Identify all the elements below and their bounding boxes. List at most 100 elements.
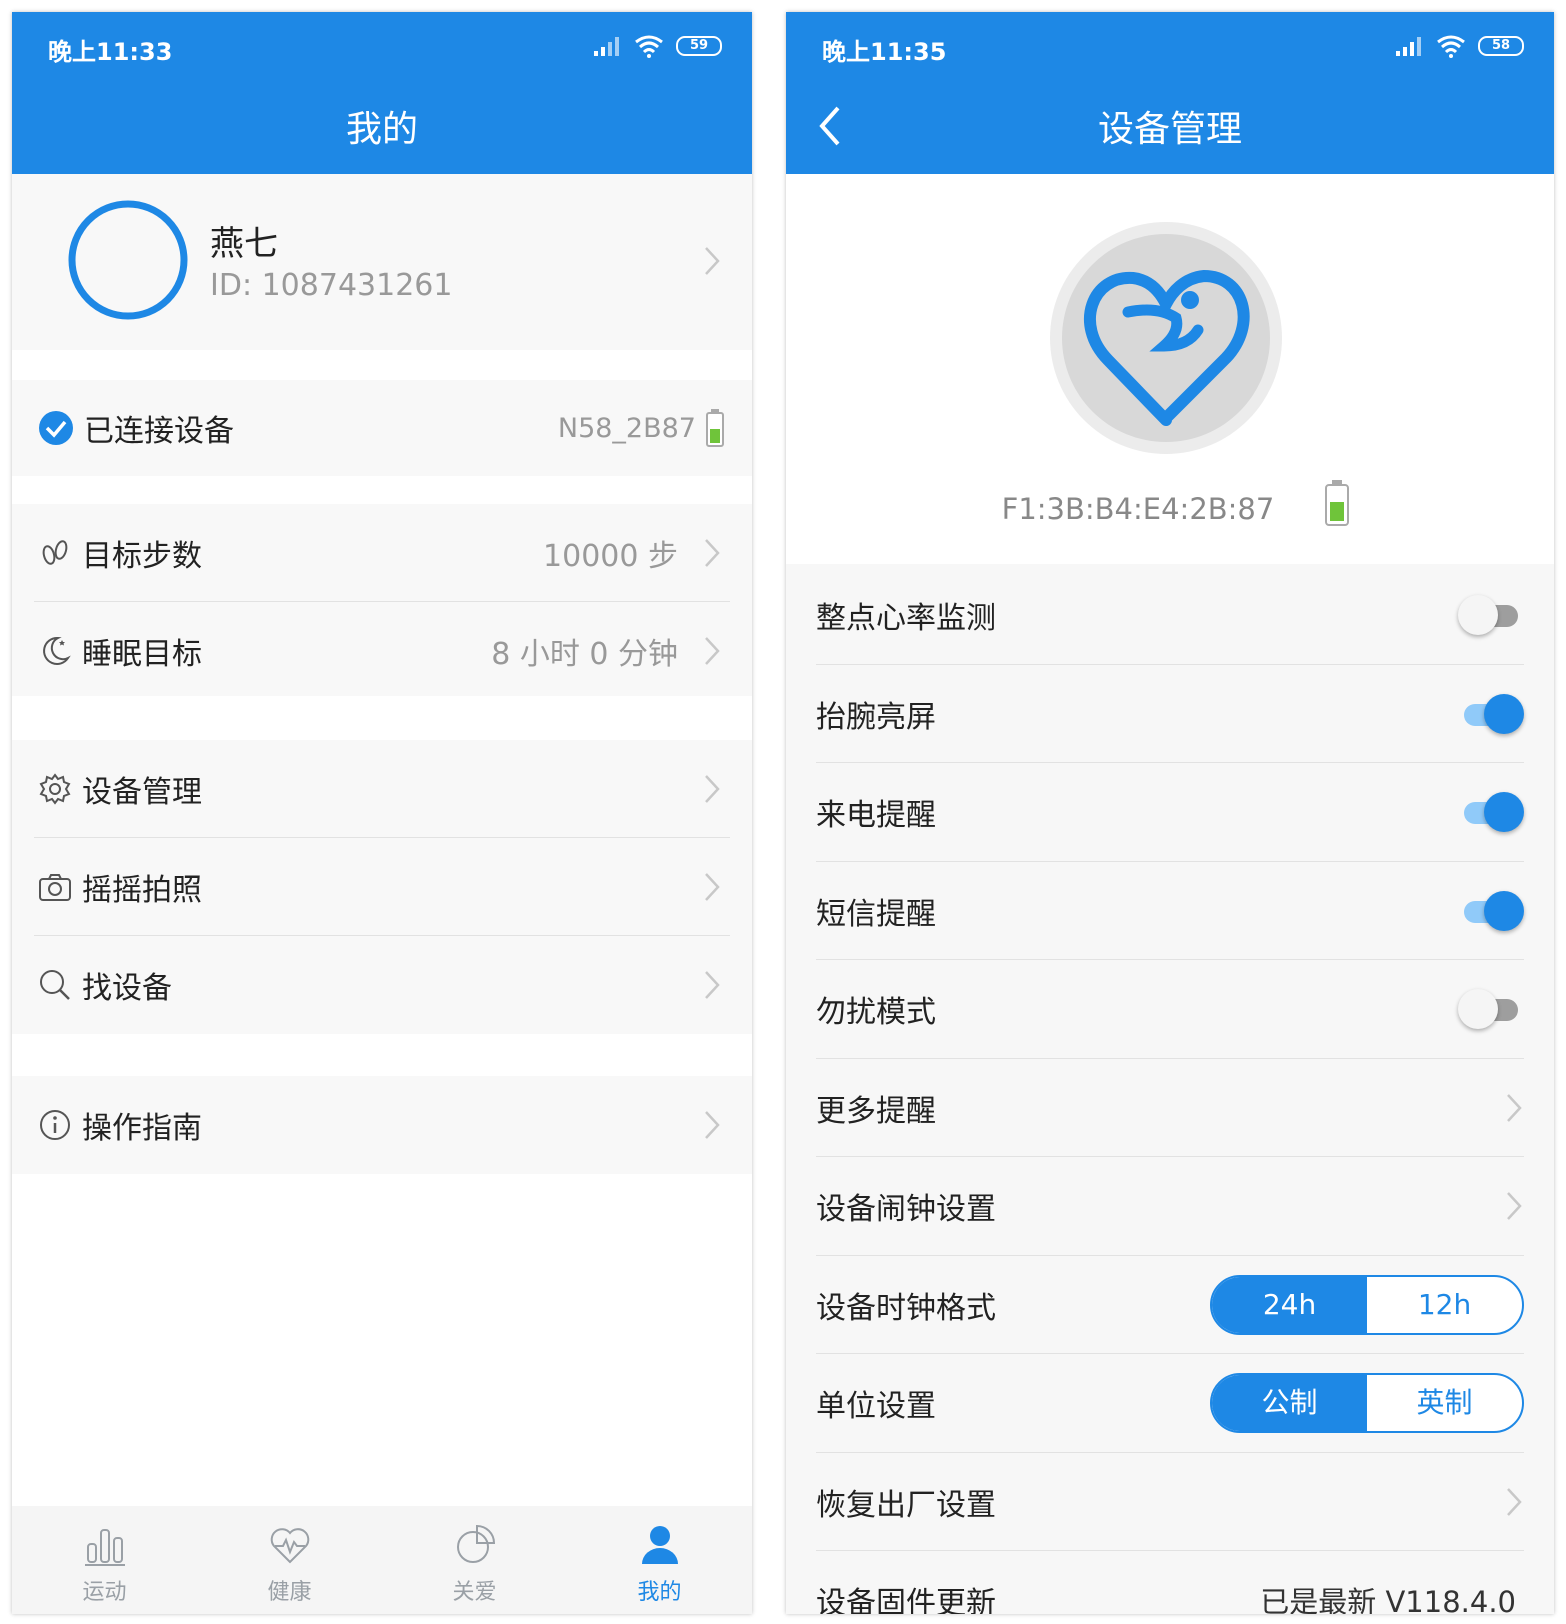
- device-mac: F1:3B:B4:E4:2B:87: [1001, 492, 1275, 526]
- heart-pulse-icon: [270, 1528, 309, 1564]
- step-goal-label: 目标步数: [82, 539, 202, 574]
- device-header: F1:3B:B4:E4:2B:87: [786, 174, 1554, 564]
- segment-option[interactable]: 24h: [1212, 1276, 1367, 1333]
- device-logo: [1050, 222, 1282, 454]
- setting-label: 整点心率监测: [816, 601, 996, 637]
- tools-section: 设备管理 摇摇拍照 找设备: [12, 740, 752, 1034]
- check-circle-icon: [39, 411, 73, 445]
- find-device-row[interactable]: 找设备: [12, 936, 752, 1034]
- sleep-goal-value: 8 小时 0 分钟: [491, 637, 678, 672]
- search-icon: [40, 970, 70, 1000]
- tab-label: 运动: [82, 1580, 127, 1605]
- wifi-icon: [1437, 35, 1465, 58]
- toggle-knob: [1458, 989, 1498, 1030]
- avatar: [68, 200, 188, 320]
- setting-label: 设备闹钟设置: [816, 1192, 996, 1228]
- footprints-icon: [42, 540, 68, 565]
- shake-photo-row[interactable]: 摇摇拍照: [12, 838, 752, 936]
- toggle-switch[interactable]: [1458, 790, 1524, 834]
- camera-icon: [39, 874, 71, 901]
- chevron-right-icon: [705, 971, 720, 999]
- setting-label: 抬腕亮屏: [816, 699, 936, 735]
- setting-label: 单位设置: [816, 1389, 936, 1425]
- signal-icon: [594, 37, 619, 56]
- moon-icon: [43, 636, 71, 665]
- goals-section: 目标步数 10000 步 睡眠目标 8 小时 0 分钟: [12, 504, 752, 696]
- setting-row[interactable]: 抬腕亮屏: [786, 664, 1554, 763]
- tab-health[interactable]: 健康: [197, 1506, 382, 1614]
- toggle-knob: [1484, 792, 1524, 833]
- setting-row[interactable]: 短信提醒: [786, 861, 1554, 960]
- battery-indicator: 58: [1478, 36, 1524, 56]
- sleep-goal-label: 睡眠目标: [82, 637, 202, 672]
- sleep-goal-row[interactable]: 睡眠目标 8 小时 0 分钟: [12, 602, 752, 700]
- setting-row[interactable]: 设备闹钟设置: [786, 1157, 1554, 1256]
- status-time: 晚上11:33: [48, 38, 173, 66]
- app-bar: 晚上11:33 59 我的: [12, 12, 752, 174]
- setting-label: 短信提醒: [816, 896, 936, 932]
- status-time: 晚上11:35: [822, 38, 947, 66]
- device-management-row[interactable]: 设备管理: [12, 740, 752, 838]
- profile-id: ID: 1087431261: [210, 268, 453, 303]
- guide-row[interactable]: 操作指南: [12, 1076, 752, 1174]
- device-name: N58_2B87: [557, 412, 696, 444]
- profile-card[interactable]: 燕七 ID: 1087431261: [12, 174, 752, 350]
- battery-full-icon: [706, 409, 724, 447]
- chevron-right-icon: [1507, 1487, 1522, 1516]
- setting-row: 设备固件更新 已是最新 V118.4.0: [786, 1551, 1554, 1614]
- toggle-knob: [1458, 595, 1498, 636]
- mine-screen: 晚上11:33 59 我的 燕七 ID: 1087431261 已连接设备 N5…: [12, 12, 752, 1614]
- chevron-right-icon: [705, 539, 720, 567]
- setting-label: 更多提醒: [816, 1093, 936, 1129]
- tab-sport[interactable]: 运动: [12, 1506, 197, 1614]
- person-icon: [641, 1526, 678, 1564]
- setting-label: 勿扰模式: [816, 995, 936, 1031]
- battery-indicator: 59: [676, 36, 722, 56]
- device-management-screen: 晚上11:35 58 设备管理 F1:3B:B4:E4:2B:87 整点心率监测…: [786, 12, 1554, 1614]
- device-management-label: 设备管理: [82, 775, 202, 810]
- tab-label: 关爱: [452, 1580, 497, 1605]
- segment-option[interactable]: 英制: [1367, 1375, 1522, 1431]
- tab-care[interactable]: 关爱: [382, 1506, 567, 1614]
- firmware-version: 已是最新 V118.4.0: [1260, 1585, 1516, 1614]
- guide-section: 操作指南: [12, 1076, 752, 1174]
- setting-row[interactable]: 整点心率监测: [786, 566, 1554, 665]
- toggle-switch[interactable]: [1458, 889, 1524, 933]
- pie-chart-icon: [456, 1524, 495, 1563]
- setting-row[interactable]: 勿扰模式: [786, 960, 1554, 1059]
- setting-row[interactable]: 来电提醒: [786, 763, 1554, 862]
- toggle-switch[interactable]: [1458, 593, 1524, 637]
- toggle-knob: [1484, 693, 1524, 734]
- page-title: 我的: [345, 109, 418, 150]
- setting-label: 来电提醒: [816, 798, 936, 834]
- bar-chart-icon: [84, 1529, 125, 1566]
- battery-full-icon: [1325, 480, 1349, 526]
- guide-label: 操作指南: [82, 1111, 202, 1146]
- toggle-knob: [1484, 890, 1524, 931]
- segmented-control: 24h 12h: [1210, 1274, 1524, 1335]
- status-icons: 59: [592, 34, 722, 58]
- toggle-switch[interactable]: [1458, 987, 1524, 1031]
- page-title: 设备管理: [1097, 109, 1242, 150]
- tab-label: 健康: [267, 1580, 312, 1605]
- setting-row[interactable]: 单位设置 公制 英制: [786, 1354, 1554, 1453]
- chevron-right-icon: [705, 637, 720, 665]
- step-goal-row[interactable]: 目标步数 10000 步: [12, 504, 752, 602]
- setting-label: 设备固件更新: [816, 1586, 996, 1614]
- wifi-icon: [635, 35, 663, 58]
- info-icon: [40, 1110, 70, 1140]
- tab-label: 我的: [637, 1580, 682, 1605]
- step-goal-value: 10000 步: [543, 539, 678, 574]
- tab-mine[interactable]: 我的: [567, 1506, 752, 1614]
- setting-row[interactable]: 设备时钟格式 24h 12h: [786, 1255, 1554, 1354]
- segment-option[interactable]: 公制: [1212, 1375, 1367, 1432]
- segment-option[interactable]: 12h: [1367, 1277, 1522, 1333]
- setting-label: 设备时钟格式: [816, 1290, 996, 1326]
- toggle-switch[interactable]: [1458, 692, 1524, 736]
- connected-label: 已连接设备: [84, 414, 234, 449]
- app-bar: 晚上11:35 58 设备管理: [786, 12, 1554, 174]
- setting-row[interactable]: 恢复出厂设置: [786, 1452, 1554, 1551]
- shake-photo-label: 摇摇拍照: [82, 873, 202, 908]
- setting-row[interactable]: 更多提醒: [786, 1058, 1554, 1157]
- connected-device-row[interactable]: 已连接设备 N58_2B87: [12, 380, 752, 476]
